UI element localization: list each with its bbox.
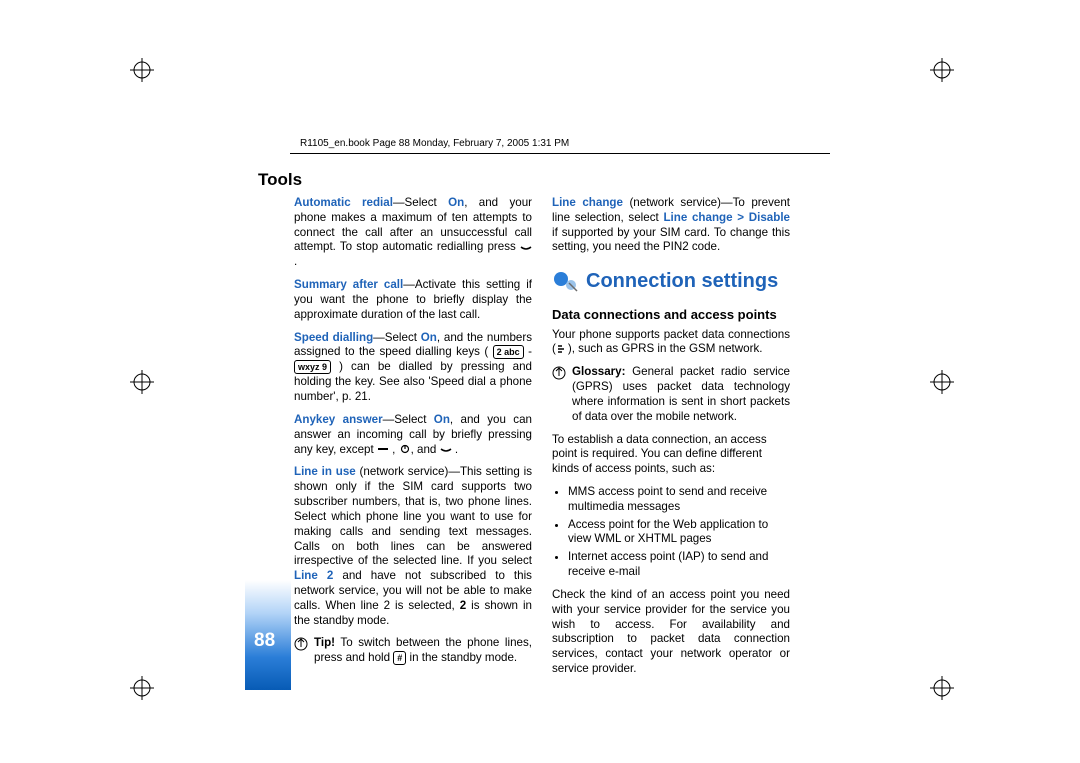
paragraph-anykey: Anykey answer—Select On, and you can ans… — [294, 413, 532, 457]
connection-settings-icon — [552, 270, 582, 294]
data-connections-heading: Data connections and access points — [552, 307, 790, 324]
connection-settings-heading: Connection settings — [586, 269, 778, 295]
connection-icon-row: Connection settings — [552, 263, 790, 301]
access-point-list: MMS access point to send and receive mul… — [552, 485, 790, 580]
tip-icon — [294, 637, 308, 651]
paragraph-packet-data: Your phone supports packet data connecti… — [552, 328, 790, 358]
crop-mark-tr — [930, 58, 954, 82]
packet-data-icon — [556, 344, 568, 354]
paragraph-speed-dialling: Speed dialling—Select On, and the number… — [294, 331, 532, 405]
crop-mark-mr — [930, 370, 954, 394]
paragraph-check: Check the kind of an access point you ne… — [552, 588, 790, 677]
list-item: MMS access point to send and receive mul… — [568, 485, 790, 515]
left-column: Automatic redial—Select On, and your pho… — [294, 196, 532, 674]
paragraph-summary-after-call: Summary after call—Activate this setting… — [294, 278, 532, 322]
tip-text: Tip! To switch between the phone lines, … — [314, 636, 532, 666]
right-column: Line change (network service)—To prevent… — [552, 196, 790, 685]
crop-mark-tl — [130, 58, 154, 82]
crop-mark-ml — [130, 370, 154, 394]
glossary-icon — [552, 366, 566, 380]
crop-mark-br — [930, 676, 954, 700]
header-path: R1105_en.book Page 88 Monday, February 7… — [300, 138, 569, 149]
page-number: 88 — [254, 630, 275, 652]
side-section-label: Tools — [258, 170, 302, 190]
glossary-block: Glossary: General packet radio service (… — [552, 365, 790, 424]
paragraph-automatic-redial: Automatic redial—Select On, and your pho… — [294, 196, 532, 270]
list-item: Access point for the Web application to … — [568, 518, 790, 548]
end-key-icon — [440, 444, 452, 454]
tip-block: Tip! To switch between the phone lines, … — [294, 636, 532, 666]
hash-key-icon: # — [393, 651, 406, 665]
paragraph-establish: To establish a data connection, an acces… — [552, 433, 790, 477]
list-item: Internet access point (IAP) to send and … — [568, 550, 790, 580]
paragraph-line-change: Line change (network service)—To prevent… — [552, 196, 790, 255]
header-line — [290, 153, 830, 154]
glossary-text: Glossary: General packet radio service (… — [572, 365, 790, 424]
end-key-icon — [520, 242, 532, 252]
key-9-icon: wxyz 9 — [294, 360, 331, 374]
power-key-icon — [399, 444, 411, 454]
crop-mark-bl — [130, 676, 154, 700]
key-2-icon: 2 abc — [493, 345, 524, 359]
softkey-icon — [377, 444, 389, 454]
paragraph-line-in-use: Line in use (network service)—This setti… — [294, 465, 532, 628]
